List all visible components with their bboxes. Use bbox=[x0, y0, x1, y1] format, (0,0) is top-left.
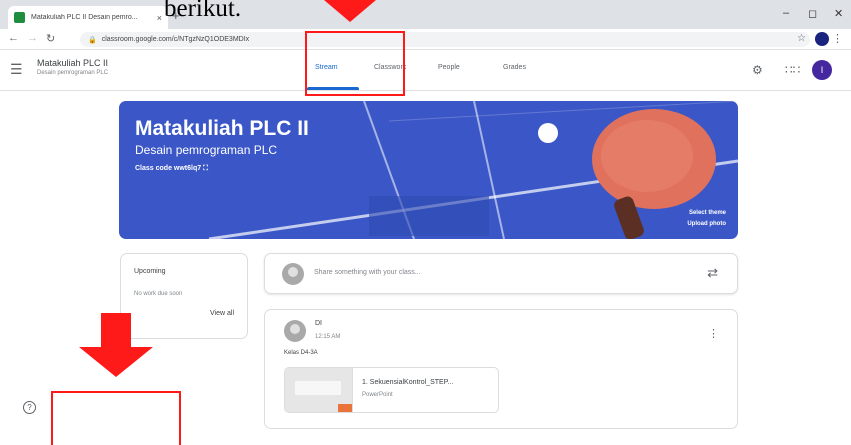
share-placeholder[interactable]: Share something with your class... bbox=[314, 269, 421, 276]
classroom-header: ☰ Matakuliah PLC II Desain pemrograman P… bbox=[0, 50, 851, 91]
apps-grid-icon[interactable]: ∷∷ bbox=[785, 63, 800, 77]
fullscreen-icon[interactable]: ⛶ bbox=[203, 165, 208, 172]
window-close-icon[interactable]: ✕ bbox=[834, 7, 843, 20]
attachment-card[interactable]: 1. SekuensialKontrol_STEP... PowerPoint bbox=[284, 367, 499, 413]
hamburger-menu-icon[interactable]: ☰ bbox=[10, 61, 23, 78]
browser-menu-icon[interactable]: ⋮ bbox=[832, 32, 843, 45]
post-more-options-icon[interactable]: ⋮ bbox=[708, 327, 719, 340]
post-author: DI bbox=[315, 320, 322, 327]
view-all-link[interactable]: View all bbox=[210, 310, 234, 317]
back-arrow-icon[interactable]: ← bbox=[8, 32, 19, 44]
highlight-box-bottom bbox=[51, 391, 181, 445]
browser-tab-strip: Matakuliah PLC II Desain pemro... × + – … bbox=[0, 0, 851, 29]
maximize-icon[interactable]: ◻ bbox=[808, 7, 817, 20]
tab-people[interactable]: People bbox=[438, 64, 460, 71]
banner-class-subtitle: Desain pemrograman PLC bbox=[135, 143, 278, 157]
upcoming-empty-text: No work due soon bbox=[134, 291, 183, 297]
select-theme-link[interactable]: Select theme bbox=[689, 210, 726, 216]
forward-arrow-icon[interactable]: → bbox=[27, 32, 38, 44]
browser-address-bar: ← → ↻ 🔒 classroom.google.com/c/NTgzNzQ1O… bbox=[0, 29, 851, 50]
stream-post: DI 12:15 AM ⋮ Kelas D4-3A 1. SekuensialK… bbox=[264, 309, 738, 429]
attachment-thumbnail bbox=[285, 368, 353, 412]
highlight-box-stream bbox=[305, 31, 405, 96]
reload-icon[interactable]: ↻ bbox=[46, 32, 55, 45]
account-avatar[interactable]: I bbox=[812, 60, 832, 80]
browser-tab-title: Matakuliah PLC II Desain pemro... bbox=[31, 14, 138, 21]
class-banner: Matakuliah PLC II Desain pemrograman PLC… bbox=[119, 101, 738, 239]
browser-profile-avatar[interactable] bbox=[815, 32, 829, 46]
banner-class-title: Matakuliah PLC II bbox=[135, 117, 309, 140]
attachment-name: 1. SekuensialKontrol_STEP... bbox=[362, 379, 454, 386]
repost-icon[interactable]: ⇄ bbox=[707, 265, 718, 281]
post-timestamp: 12:15 AM bbox=[315, 334, 341, 340]
bookmark-star-icon[interactable]: ☆ bbox=[797, 33, 806, 44]
lock-icon: 🔒 bbox=[88, 36, 97, 44]
down-arrow-annotation-top bbox=[324, 0, 376, 22]
help-icon[interactable]: ? bbox=[23, 401, 36, 414]
settings-gear-icon[interactable]: ⚙ bbox=[752, 63, 763, 77]
down-arrow-annotation-left bbox=[79, 313, 153, 377]
upload-photo-link[interactable]: Upload photo bbox=[687, 221, 726, 227]
url-text: classroom.google.com/c/NTgzNzQ1ODE3MDIx bbox=[101, 36, 250, 43]
minimize-icon[interactable]: – bbox=[783, 7, 789, 19]
share-box[interactable]: Share something with your class... ⇄ bbox=[264, 253, 738, 294]
url-input[interactable]: 🔒 classroom.google.com/c/NTgzNzQ1ODE3MDI… bbox=[80, 32, 810, 47]
user-avatar bbox=[282, 263, 304, 285]
document-caption: berikut. bbox=[164, 0, 242, 22]
author-avatar bbox=[284, 320, 306, 342]
attachment-type: PowerPoint bbox=[362, 392, 393, 398]
post-text: Kelas D4-3A bbox=[284, 350, 318, 356]
classroom-favicon-icon bbox=[14, 12, 25, 23]
header-class-name[interactable]: Matakuliah PLC II bbox=[37, 58, 108, 68]
upcoming-title: Upcoming bbox=[134, 268, 166, 275]
header-class-subtitle: Desain pemrograman PLC bbox=[37, 70, 109, 76]
close-tab-icon[interactable]: × bbox=[157, 13, 162, 23]
browser-tab[interactable]: Matakuliah PLC II Desain pemro... × bbox=[8, 6, 168, 29]
class-code-text: Class code wwt6lq7 bbox=[135, 165, 202, 172]
tab-grades[interactable]: Grades bbox=[503, 64, 526, 71]
class-code: Class code wwt6lq7 ⛶ bbox=[135, 165, 208, 173]
